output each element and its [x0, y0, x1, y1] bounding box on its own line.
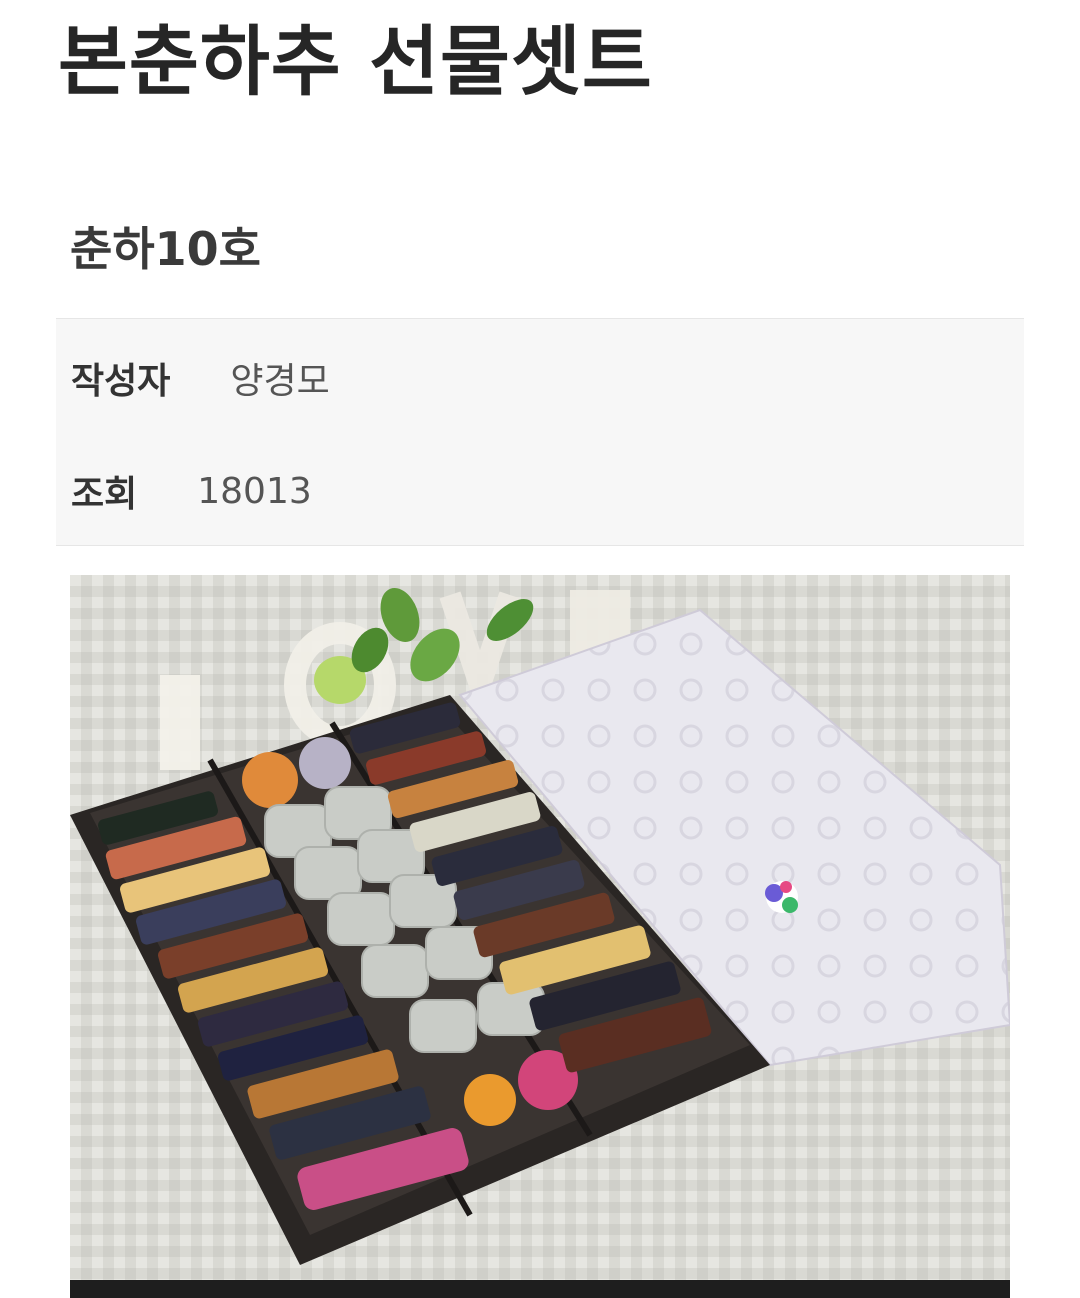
page: 본춘하추 선물셋트 춘하10호 작성자 양경모 조회 18013 — [0, 0, 1080, 1298]
author-label: 작성자 — [71, 361, 171, 402]
views-value: 18013 — [197, 470, 312, 512]
post-meta: 작성자 양경모 조회 18013 — [56, 318, 1024, 546]
author-row: 작성자 양경모 — [71, 353, 330, 403]
photo-bottom-bar — [70, 1280, 1010, 1298]
gift-box-illustration — [70, 575, 1010, 1298]
author-value: 양경모 — [230, 361, 330, 402]
views-row: 조회 18013 — [71, 466, 312, 516]
views-label: 조회 — [71, 474, 138, 515]
product-photo[interactable] — [70, 575, 1010, 1298]
post-title: 춘하10호 — [70, 222, 261, 276]
page-title: 본춘하추 선물셋트 — [58, 17, 653, 106]
